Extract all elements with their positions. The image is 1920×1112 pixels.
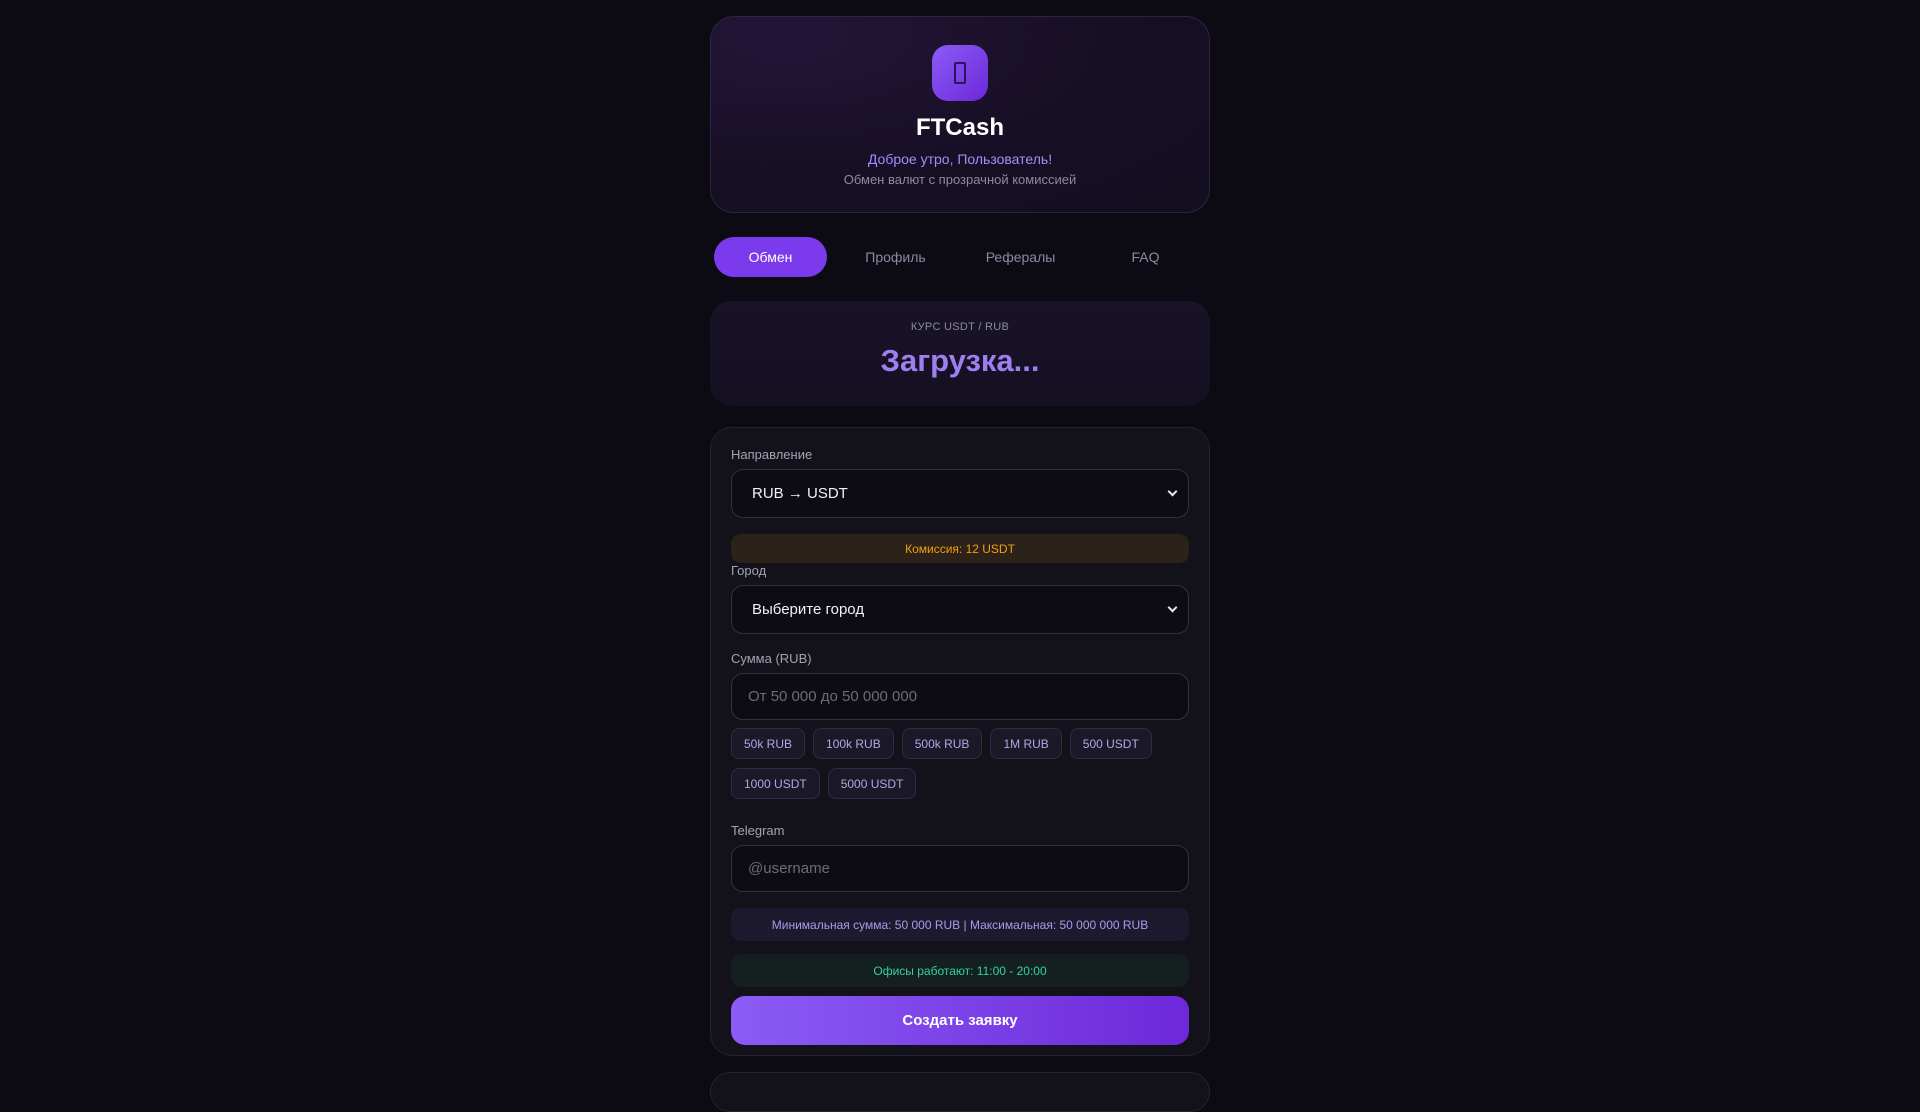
quick-amount-chip[interactable]: 500 USDT <box>1069 728 1152 759</box>
telegram-input[interactable]: @username <box>731 845 1189 892</box>
direction-label: Направление <box>731 447 813 462</box>
amount-placeholder: От 50 000 до 50 000 000 <box>748 688 918 705</box>
rate-value: Загрузка... <box>880 343 1040 378</box>
chevron-down-icon <box>1167 486 1178 497</box>
app-title: FTCash <box>915 114 1004 141</box>
city-label: Город <box>731 563 767 578</box>
rate-card: КУРС USDT / RUB Загрузка... <box>710 301 1210 406</box>
quick-amount-chip[interactable]: 50k RUB <box>731 728 806 759</box>
wallet-icon <box>932 45 988 101</box>
commission-badge: Комиссия: 12 USDT <box>731 534 1189 563</box>
telegram-label: Telegram <box>731 823 785 838</box>
greeting-text: Доброе утро, Пользователь! <box>867 151 1053 167</box>
quick-amount-chip[interactable]: 500k RUB <box>901 728 983 759</box>
quick-amount-chip[interactable]: 100k RUB <box>813 728 894 759</box>
quick-amount-chip[interactable]: 1M RUB <box>990 728 1062 759</box>
city-select[interactable]: Выберите город <box>731 585 1189 634</box>
quick-amounts: 50k RUB 100k RUB 500k RUB 1M RUB 500 USD… <box>731 728 1189 808</box>
next-card <box>710 1072 1210 1112</box>
chevron-down-icon <box>1167 602 1178 613</box>
amount-range-info: Минимальная сумма: 50 000 RUB | Максимал… <box>731 908 1189 941</box>
tab-faq[interactable]: FAQ <box>1089 237 1202 277</box>
office-hours-info: Офисы работают: 11:00 - 20:00 <box>731 954 1189 987</box>
tab-profile[interactable]: Профиль <box>839 237 952 277</box>
header-card: FTCash Доброе утро, Пользователь! Обмен … <box>710 16 1210 213</box>
amount-input[interactable]: От 50 000 до 50 000 000 <box>731 673 1189 720</box>
tagline-text: Обмен валют с прозрачной комиссией <box>843 172 1077 187</box>
create-order-button[interactable]: Создать заявку <box>731 996 1189 1045</box>
telegram-placeholder: @username <box>748 860 830 877</box>
direction-value: RUB → USDT <box>752 485 848 502</box>
tab-bar: Обмен Профиль Рефералы FAQ <box>710 237 1210 277</box>
tab-referrals[interactable]: Рефералы <box>964 237 1077 277</box>
rate-label: КУРС USDT / RUB <box>910 321 1010 333</box>
amount-label: Сумма (RUB) <box>731 651 812 666</box>
quick-amount-chip[interactable]: 5000 USDT <box>827 768 917 799</box>
quick-amount-chip[interactable]: 1000 USDT <box>731 768 820 799</box>
tab-exchange[interactable]: Обмен <box>714 237 827 277</box>
city-value: Выберите город <box>752 601 865 618</box>
app-container: FTCash Доброе утро, Пользователь! Обмен … <box>710 16 1210 1056</box>
exchange-form: Направление RUB → USDT Комиссия: 12 USDT… <box>710 427 1210 1056</box>
direction-select[interactable]: RUB → USDT <box>731 469 1189 518</box>
